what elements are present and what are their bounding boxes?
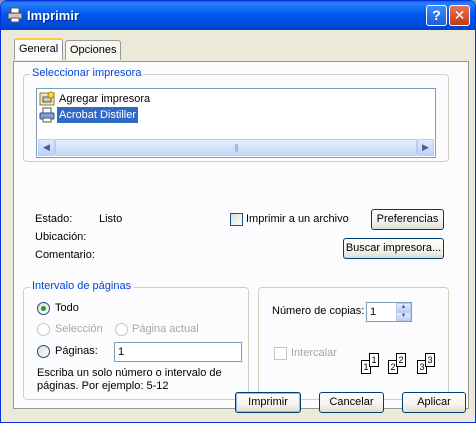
paginas-radio[interactable]	[37, 345, 50, 358]
spin-down-icon[interactable]: ▼	[396, 312, 411, 321]
horizontal-scrollbar[interactable]: ◀ ||| ▶	[38, 139, 434, 156]
radio-selected-dot	[41, 306, 46, 311]
cancelar-button[interactable]: Cancelar	[319, 392, 384, 413]
collate-page-icon: 3	[425, 353, 435, 367]
scroll-right-icon[interactable]: ▶	[417, 139, 434, 156]
seleccion-label: Selección	[55, 323, 103, 335]
aplicar-button[interactable]: Aplicar	[402, 392, 466, 413]
collate-page-icon: 1	[369, 353, 379, 367]
help-button[interactable]: ?	[426, 5, 447, 26]
seleccion-radio[interactable]	[37, 323, 50, 336]
imprimir-button[interactable]: Imprimir	[235, 392, 301, 413]
acrobat-distiller-label: Acrobat Distiller	[57, 107, 139, 123]
add-printer-icon	[39, 91, 55, 106]
printer-icon	[39, 107, 55, 123]
page-range-hint-line2: páginas. Por ejemplo: 5-12	[37, 380, 169, 392]
estado-label: Estado:	[35, 213, 73, 225]
collate-page-icon: 2	[396, 353, 406, 367]
todo-label: Todo	[55, 302, 79, 314]
preferencias-button[interactable]: Preferencias	[371, 209, 444, 230]
scroll-thumb[interactable]: |||	[55, 139, 417, 156]
printer-list[interactable]: Agregar impresora Acrobat Distiller ◀ ||…	[36, 88, 436, 158]
spin-up-icon[interactable]: ▲	[396, 303, 411, 312]
comentario-label: Comentario:	[35, 249, 95, 261]
page-range-group-label: Intervalo de páginas	[30, 280, 134, 292]
intercalar-checkbox[interactable]	[274, 347, 287, 360]
select-printer-group-label: Seleccionar impresora	[30, 67, 144, 79]
paginas-input[interactable]: 1	[114, 342, 242, 362]
close-button[interactable]: ✕	[449, 5, 470, 26]
copies-spinner[interactable]: ▲ ▼	[396, 303, 411, 321]
scroll-left-icon[interactable]: ◀	[38, 139, 55, 156]
print-dialog: Imprimir ? ✕ General Opciones Selecciona…	[0, 0, 476, 423]
tab-general[interactable]: General	[14, 38, 64, 60]
intercalar-label: Intercalar	[291, 347, 337, 359]
page-range-group: Intervalo de páginas Todo Selección Pági…	[23, 280, 249, 400]
print-to-file-label: Imprimir a un archivo	[246, 213, 349, 225]
todo-radio[interactable]	[37, 302, 50, 315]
select-printer-group: Seleccionar impresora Agregar impresora	[23, 67, 449, 162]
buscar-impresora-button[interactable]: Buscar impresora...	[343, 238, 444, 259]
copies-group: Número de copias: 1 ▲ ▼ Intercalar 1 1 2…	[258, 287, 449, 400]
ubicacion-label: Ubicación:	[35, 231, 87, 243]
tab-opciones-label: Opciones	[70, 44, 117, 56]
print-to-file-checkbox[interactable]	[230, 213, 243, 226]
printer-icon	[7, 7, 23, 23]
page-range-hint-line1: Escriba un solo número o intervalo de	[37, 367, 222, 379]
general-tab-panel: Seleccionar impresora Agregar impresora	[13, 61, 469, 409]
estado-value: Listo	[99, 213, 123, 225]
window-title: Imprimir	[27, 8, 80, 23]
dialog-client: General Opciones Seleccionar impresora A…	[4, 30, 472, 421]
tab-general-label: General	[19, 43, 59, 55]
pagina-actual-label: Página actual	[132, 323, 199, 335]
paginas-label: Páginas:	[55, 345, 98, 357]
pagina-actual-radio[interactable]	[115, 323, 128, 336]
tab-opciones[interactable]: Opciones	[65, 40, 122, 60]
add-printer-label: Agregar impresora	[59, 93, 151, 105]
copies-label: Número de copias:	[272, 305, 365, 317]
title-bar[interactable]: Imprimir ? ✕	[1, 1, 475, 30]
